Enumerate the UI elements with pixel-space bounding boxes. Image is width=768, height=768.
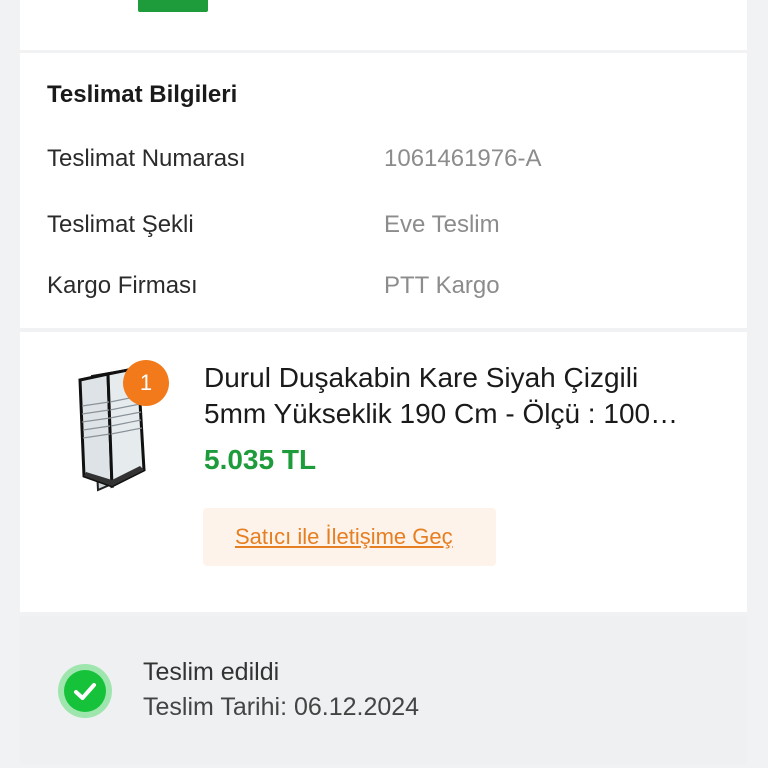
delivery-number-label: Teslimat Numarası <box>47 145 246 172</box>
product-card: 1 Durul Duşakabin Kare Siyah Çizgili 5mm… <box>20 332 747 612</box>
status-pill <box>138 0 208 12</box>
product-name-line-1: Durul Duşakabin Kare Siyah Çizgili <box>204 362 639 393</box>
delivery-info-card: Teslimat Bilgileri Teslimat Numarası 106… <box>20 53 747 328</box>
product-name[interactable]: Durul Duşakabin Kare Siyah Çizgili 5mm Y… <box>204 360 724 432</box>
delivery-date: Teslim Tarihi: 06.12.2024 <box>143 693 420 721</box>
quantity-badge: 1 <box>123 360 169 406</box>
delivery-method-label: Teslimat Şekli <box>47 211 194 238</box>
delivery-number-row: Teslimat Numarası 1061461976-A <box>47 145 727 177</box>
contact-seller-button[interactable]: Satıcı ile İletişime Geç <box>203 508 496 566</box>
product-price: 5.035 TL <box>204 444 317 475</box>
contact-seller-label: Satıcı ile İletişime Geç <box>235 524 453 549</box>
delivery-method-row: Teslimat Şekli Eve Teslim <box>47 211 727 243</box>
delivery-number-value: 1061461976-A <box>384 145 542 172</box>
delivery-status-card: Teslim edildi Teslim Tarihi: 06.12.2024 <box>20 616 747 764</box>
cargo-company-value: PTT Kargo <box>384 272 500 299</box>
status-title: Teslim edildi <box>143 658 280 686</box>
order-detail-page: Teslimat Bilgileri Teslimat Numarası 106… <box>0 0 768 768</box>
delivery-info-title: Teslimat Bilgileri <box>47 81 238 108</box>
order-summary-card <box>20 0 747 50</box>
check-circle-icon <box>57 663 113 719</box>
product-name-line-2: 5mm Yükseklik 190 Cm - Ölçü : 100… <box>204 398 679 429</box>
cargo-company-label: Kargo Firması <box>47 272 198 299</box>
cargo-company-row: Kargo Firması PTT Kargo <box>47 272 727 304</box>
delivery-method-value: Eve Teslim <box>384 211 500 238</box>
